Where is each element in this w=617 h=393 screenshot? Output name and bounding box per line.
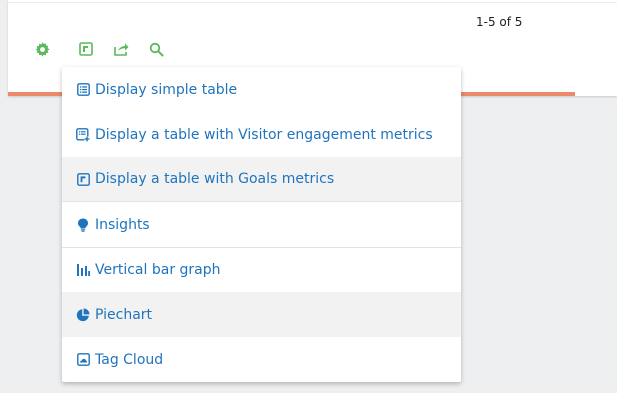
table-plus-icon: [76, 127, 90, 142]
menu-item-simple-table[interactable]: Display simple table: [62, 67, 461, 112]
gear-icon[interactable]: [34, 41, 50, 57]
card-top-border: [8, 2, 617, 3]
pagination-text: 1-5 of 5: [476, 15, 523, 29]
menu-item-piechart[interactable]: Piechart: [62, 292, 461, 337]
menu-item-tag-cloud[interactable]: Tag Cloud: [62, 337, 461, 382]
menu-item-label: Piechart: [95, 306, 153, 323]
visualization-menu: Display simple table Display a table wit…: [62, 67, 461, 382]
menu-item-vertical-bar-graph[interactable]: Vertical bar graph: [62, 248, 461, 292]
menu-item-label: Insights: [95, 216, 150, 233]
search-icon[interactable]: [148, 41, 164, 57]
pie-chart-icon: [76, 308, 90, 322]
menu-item-label: Display a table with Visitor engagement …: [95, 126, 433, 143]
menu-item-label: Tag Cloud: [95, 351, 164, 368]
menu-item-label: Display a table with Goals metrics: [95, 171, 335, 187]
table-icon[interactable]: [78, 41, 94, 57]
bar-chart-icon: [76, 263, 90, 277]
lightbulb-icon: [76, 218, 90, 232]
menu-item-insights[interactable]: Insights: [62, 202, 461, 247]
menu-item-visitor-engagement-table[interactable]: Display a table with Visitor engagement …: [62, 112, 461, 157]
export-icon[interactable]: [113, 41, 129, 57]
menu-item-goals-table[interactable]: Display a table with Goals metrics: [62, 157, 461, 201]
tag-cloud-icon: [76, 353, 90, 367]
table-list-icon: [76, 83, 90, 97]
menu-item-label: Display simple table: [95, 81, 238, 98]
goals-table-icon: [76, 172, 90, 186]
menu-item-label: Vertical bar graph: [95, 262, 221, 278]
